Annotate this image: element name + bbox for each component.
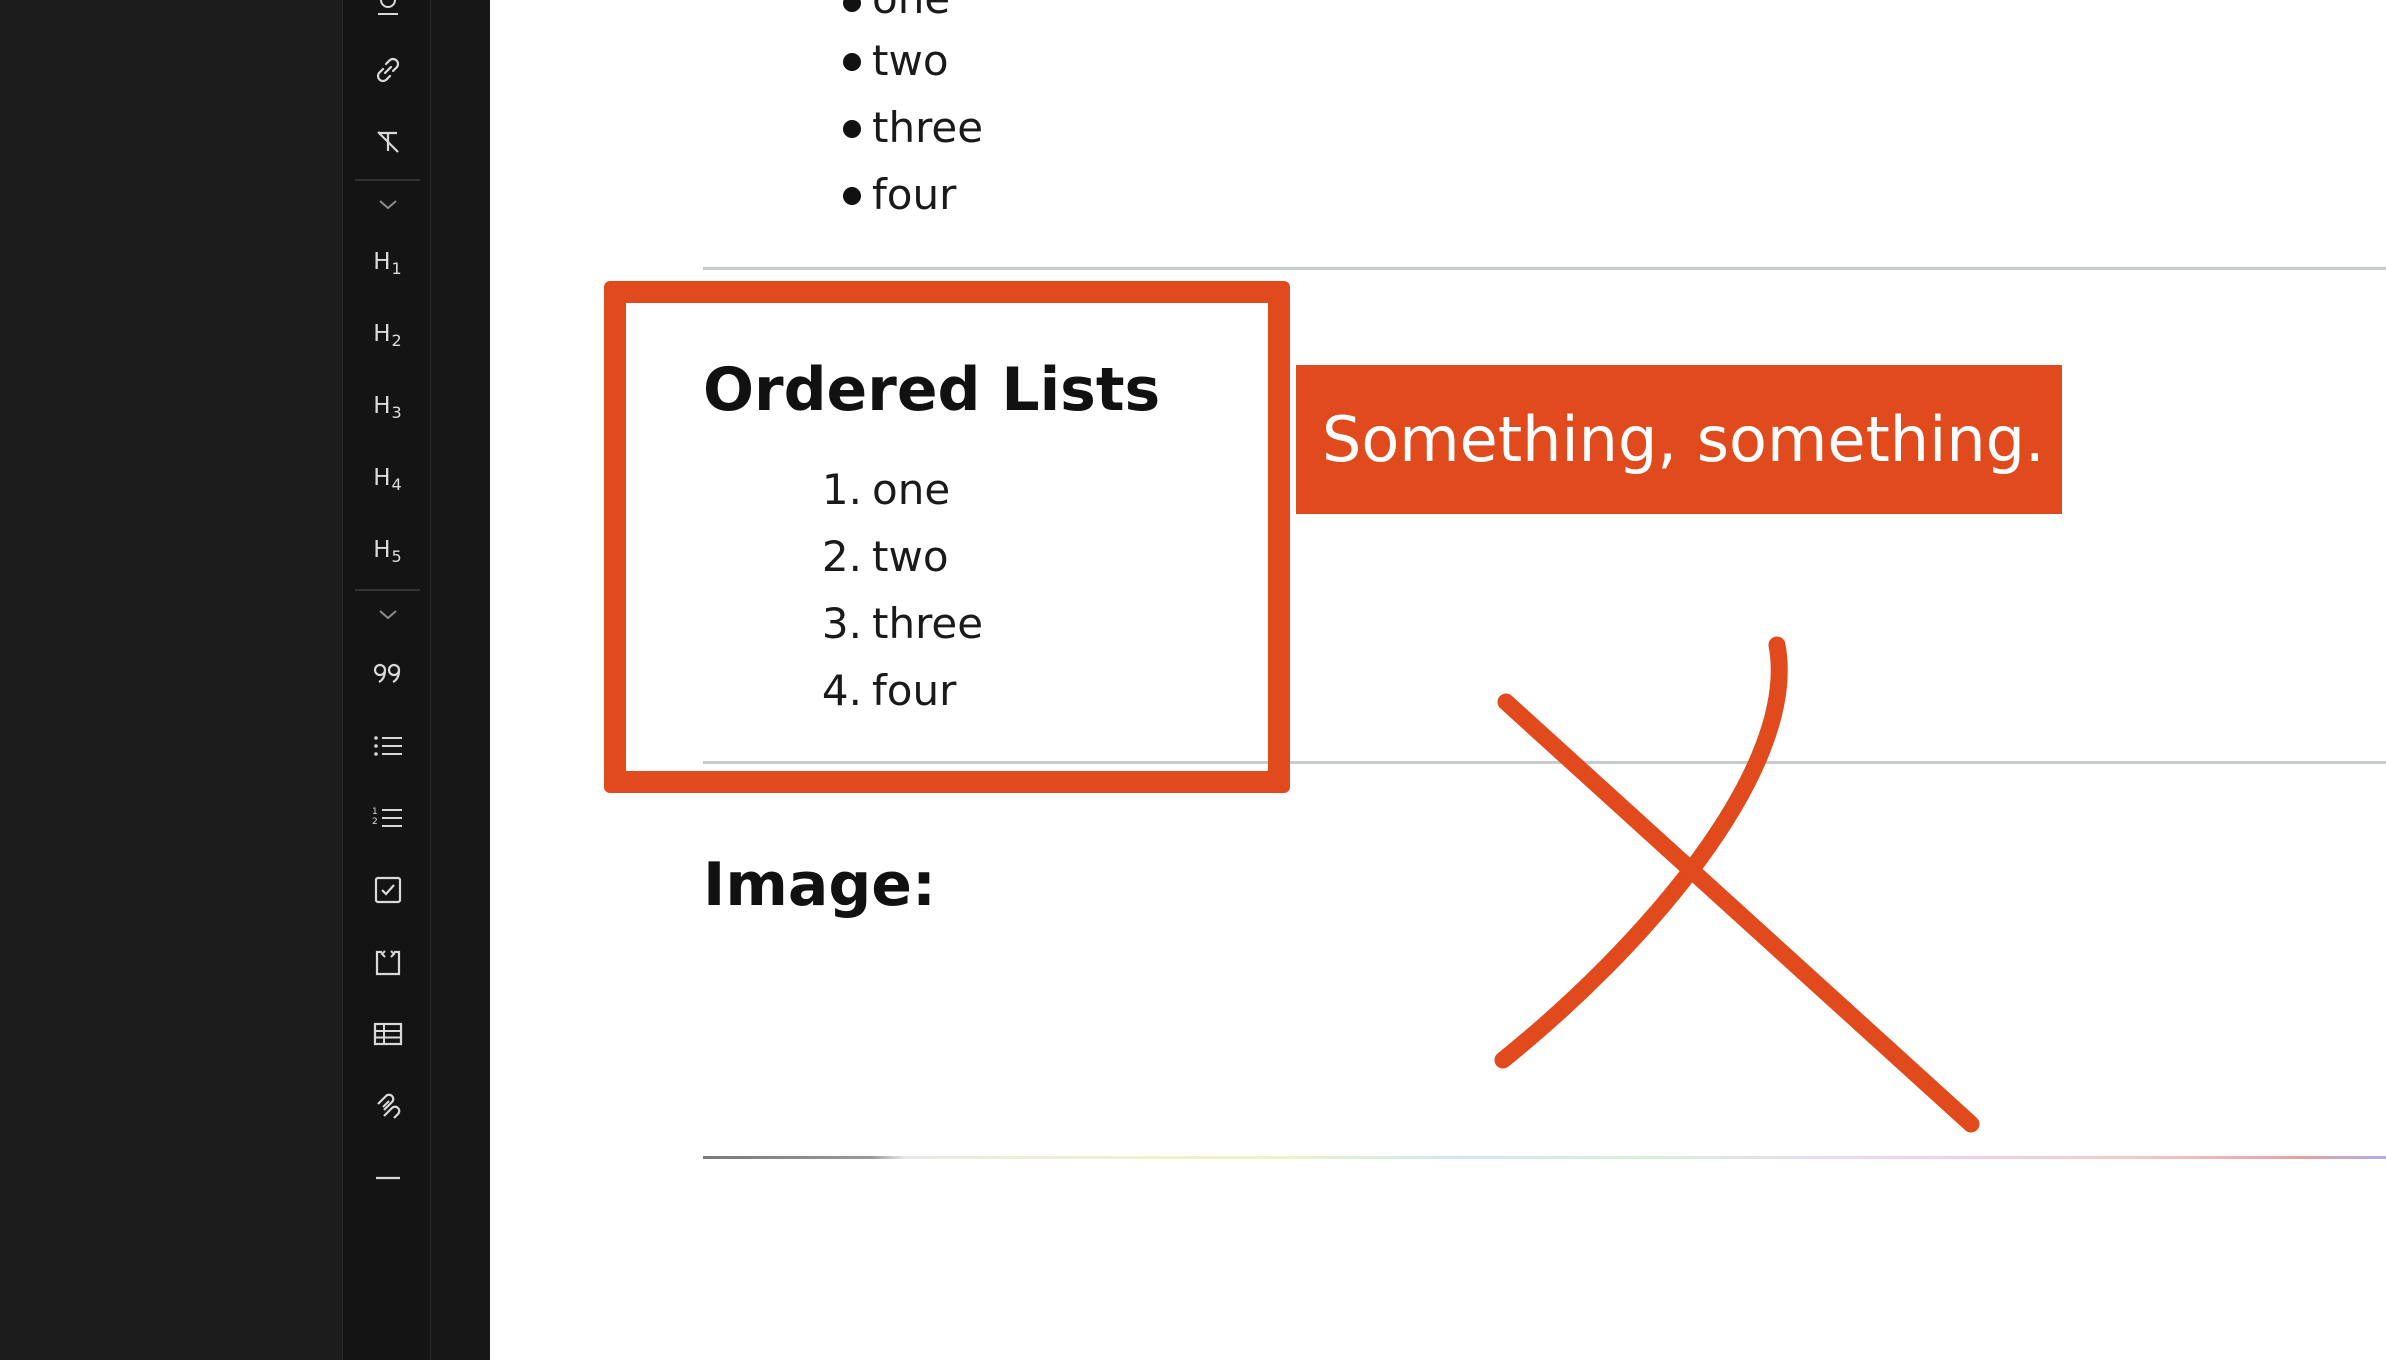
- sidebar-panel: [0, 0, 342, 1360]
- heading-4-button[interactable]: H4: [343, 454, 432, 504]
- horizontal-rule: [703, 267, 2386, 270]
- task-list-icon[interactable]: [343, 865, 432, 915]
- heading-3-button[interactable]: H3: [343, 382, 432, 432]
- list-item[interactable]: four: [872, 174, 956, 216]
- heading-2-button[interactable]: H2: [343, 310, 432, 360]
- list-item[interactable]: three: [872, 107, 983, 149]
- list-item[interactable]: two: [872, 40, 949, 82]
- mention-icon[interactable]: [343, 0, 432, 28]
- bullet-marker: [843, 187, 861, 205]
- svg-text:2: 2: [372, 817, 378, 827]
- collapse-chevron-icon[interactable]: [343, 180, 432, 230]
- embed-link-icon[interactable]: [343, 1081, 432, 1131]
- ordered-list-icon[interactable]: 12: [343, 793, 432, 843]
- bullet-list-icon[interactable]: [343, 721, 432, 771]
- table-icon[interactable]: [343, 1009, 432, 1059]
- annotation-x-mark: [1494, 636, 1980, 1133]
- annotation-highlight-box: [604, 281, 1290, 793]
- editor-gutter: [431, 0, 490, 1360]
- annotation-callout: Something, something.: [1296, 365, 2062, 514]
- link-icon[interactable]: [343, 45, 432, 95]
- x-stroke: [1494, 636, 1788, 1069]
- code-block-icon[interactable]: [343, 937, 432, 987]
- section-heading[interactable]: Image:: [703, 855, 936, 915]
- list-item[interactable]: one: [872, 0, 950, 20]
- formatting-toolbar: H1 H2 H3 H4 H5 12: [342, 0, 431, 1360]
- horizontal-rule-icon[interactable]: [343, 1153, 432, 1203]
- bullet-marker: [843, 53, 861, 71]
- bullet-marker: [843, 120, 861, 138]
- svg-text:1: 1: [372, 807, 378, 817]
- heading-1-button[interactable]: H1: [343, 238, 432, 288]
- collapse-chevron-icon[interactable]: [343, 590, 432, 640]
- clear-format-icon[interactable]: [343, 117, 432, 167]
- heading-5-button[interactable]: H5: [343, 526, 432, 576]
- blockquote-icon[interactable]: [343, 649, 432, 699]
- x-stroke: [1497, 693, 1980, 1133]
- editor-app: H1 H2 H3 H4 H5 12 two three four Ordered…: [0, 0, 2386, 1360]
- image-placeholder-divider: [703, 1156, 2386, 1159]
